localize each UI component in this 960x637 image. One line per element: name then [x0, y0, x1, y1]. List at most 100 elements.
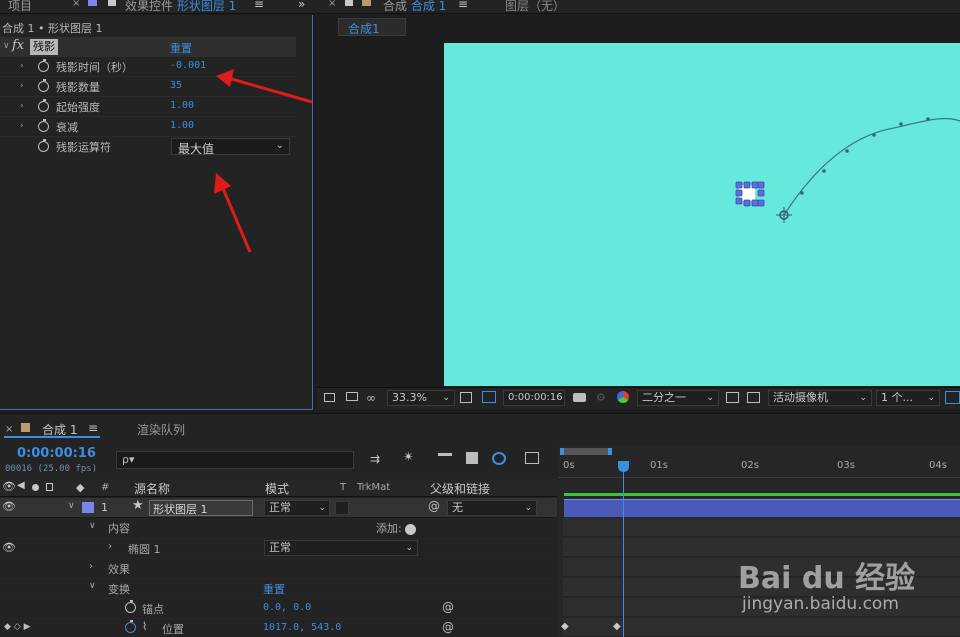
timeline-frames: 00016 (25.00 fps) — [5, 464, 98, 474]
expression-spiral-icon[interactable]: @ — [442, 620, 454, 634]
expression-spiral-icon[interactable]: @ — [442, 600, 454, 614]
toggle-3d-icon[interactable] — [945, 391, 960, 404]
playhead-handle[interactable] — [618, 461, 629, 472]
expand-panels-icon[interactable]: » — [298, 0, 305, 11]
eye-icon[interactable]: 👁 — [2, 480, 16, 493]
close-icon[interactable]: × — [328, 0, 336, 9]
stopwatch-icon[interactable] — [38, 99, 49, 112]
comp-flowchart-icon[interactable]: ✴ — [403, 450, 414, 465]
pick-whip-icon[interactable]: @ — [428, 499, 440, 513]
play-icon — [405, 523, 417, 535]
label-tag-icon[interactable]: ◆ — [76, 481, 84, 494]
chevron-down-icon[interactable]: ∨ — [68, 501, 75, 511]
row-separator — [0, 578, 557, 579]
trkmat-box[interactable] — [335, 501, 349, 515]
graph-editor-icon[interactable] — [525, 452, 539, 464]
stopwatch-active-icon[interactable] — [125, 620, 136, 633]
chevron-down-icon[interactable]: ∨ — [89, 521, 96, 531]
stopwatch-icon[interactable] — [38, 139, 49, 152]
fit-icon[interactable] — [460, 392, 472, 403]
work-area-bar[interactable] — [560, 448, 612, 455]
chevron-right-icon[interactable]: › — [20, 61, 24, 71]
position-value[interactable]: 1017.0, 543.0 — [263, 622, 341, 633]
stopwatch-icon[interactable] — [38, 79, 49, 92]
zoom-dropdown[interactable]: 33.3% ⌄ — [387, 390, 455, 406]
tab-render-queue[interactable]: 渲染队列 — [137, 421, 185, 438]
motion-blur-icon[interactable] — [492, 452, 506, 465]
col-trkmat[interactable]: TrkMat — [357, 482, 390, 493]
graph-icon[interactable]: ⌇ — [142, 620, 147, 633]
fast-preview-icon[interactable] — [726, 392, 739, 403]
layer-mode-dropdown[interactable]: 正常 ⌄ — [264, 500, 330, 516]
keyframe-icon[interactable]: ◆ — [613, 621, 621, 632]
comp-subtab[interactable]: 合成1 — [338, 18, 406, 36]
keyframe-icon[interactable]: ◆ — [561, 621, 569, 632]
eye-icon[interactable]: 👁 — [2, 500, 16, 513]
chevron-right-icon[interactable]: › — [89, 561, 93, 572]
effect-prop-label: 起始强度 — [56, 101, 100, 114]
stopwatch-icon[interactable] — [38, 59, 49, 72]
chevron-down-icon[interactable]: ∨ — [89, 581, 96, 591]
col-parent[interactable]: 父级和链接 — [430, 480, 490, 497]
fx-icon[interactable]: fx — [12, 38, 24, 53]
effect-prop-value[interactable]: 35 — [170, 80, 182, 91]
eye-icon[interactable]: 👁 — [2, 541, 16, 554]
panel-menu-icon[interactable]: ≡ — [458, 0, 468, 11]
color-channels-icon[interactable] — [617, 391, 629, 403]
parent-dropdown[interactable]: 无 ⌄ — [447, 500, 537, 516]
chevron-right-icon[interactable]: › — [108, 541, 112, 552]
add-button[interactable]: 添加: — [376, 520, 417, 536]
keyframe-nav-icon[interactable]: ◆ ◇ ▶ — [4, 622, 31, 632]
monitor-icon[interactable] — [346, 392, 358, 401]
tab-layer[interactable]: 图层（无） — [505, 0, 565, 14]
camera-value: 活动摄像机 — [773, 391, 828, 404]
draft-3d-icon[interactable]: ⇉ — [370, 452, 380, 466]
anchor-label: 锚点 — [142, 603, 164, 616]
row-separator — [0, 618, 557, 619]
audio-icon[interactable]: ◀ — [17, 480, 25, 491]
resolution-dropdown[interactable]: 二分之一 ⌄ — [637, 390, 719, 406]
tab-composition[interactable]: 合成 合成 1 — [383, 0, 446, 14]
views-dropdown[interactable]: 1 个... ⌄ — [876, 390, 940, 406]
frame-blend-icon[interactable] — [466, 452, 478, 464]
layer-label-color[interactable] — [82, 502, 94, 513]
effect-prop-value[interactable]: 1.00 — [170, 120, 194, 131]
lock-icon[interactable] — [108, 0, 116, 6]
anchor-value[interactable]: 0.0, 0.0 — [263, 602, 311, 613]
lock-icon[interactable] — [46, 483, 53, 491]
region-icon[interactable] — [482, 391, 496, 403]
current-time-indicator[interactable] — [623, 462, 624, 637]
close-icon[interactable]: × — [72, 0, 80, 9]
mask-icon[interactable]: ∞ — [366, 391, 376, 405]
tab-effect-controls[interactable]: 效果控件 形状图层 1 — [125, 0, 236, 14]
effect-reset-link[interactable]: 重置 — [170, 40, 192, 56]
snapshot-icon[interactable]: ⚙ — [596, 391, 606, 404]
chevron-right-icon[interactable]: › — [20, 81, 24, 91]
solo-icon[interactable] — [32, 484, 39, 491]
close-icon[interactable]: × — [5, 424, 13, 435]
ellipse-mode-dropdown[interactable]: 正常 ⌄ — [264, 540, 418, 556]
stopwatch-icon[interactable] — [125, 600, 136, 613]
transparency-grid-icon[interactable] — [747, 392, 760, 403]
effect-prop-value[interactable]: 1.00 — [170, 100, 194, 111]
lock-icon[interactable] — [345, 0, 353, 6]
viewer-timecode[interactable]: 0:00:00:16 — [503, 390, 565, 406]
tab-project[interactable]: 项目 — [8, 0, 32, 14]
timeline-timecode[interactable]: 0:00:00:16 — [17, 446, 96, 461]
layer-search-input[interactable]: ρ▾ — [116, 451, 354, 469]
col-mode[interactable]: 模式 — [265, 480, 289, 497]
always-preview-icon[interactable] — [324, 393, 335, 402]
shy-icon[interactable] — [438, 453, 452, 463]
panel-menu-icon[interactable]: ≡ — [88, 421, 98, 435]
chevron-right-icon[interactable]: › — [20, 121, 24, 131]
transform-reset-link[interactable]: 重置 — [263, 581, 285, 597]
col-source-name[interactable]: 源名称 — [134, 480, 170, 497]
effect-name[interactable]: 残影 — [30, 39, 58, 55]
chevron-down-icon[interactable]: ∨ — [3, 41, 10, 51]
chevron-right-icon[interactable]: › — [20, 101, 24, 111]
stopwatch-icon[interactable] — [38, 119, 49, 132]
layer-name-field[interactable]: 形状图层 1 — [149, 500, 253, 516]
camera-dropdown[interactable]: 活动摄像机 ⌄ — [768, 390, 872, 406]
panel-menu-icon[interactable]: ≡ — [254, 0, 264, 11]
camera-icon[interactable] — [573, 393, 586, 402]
